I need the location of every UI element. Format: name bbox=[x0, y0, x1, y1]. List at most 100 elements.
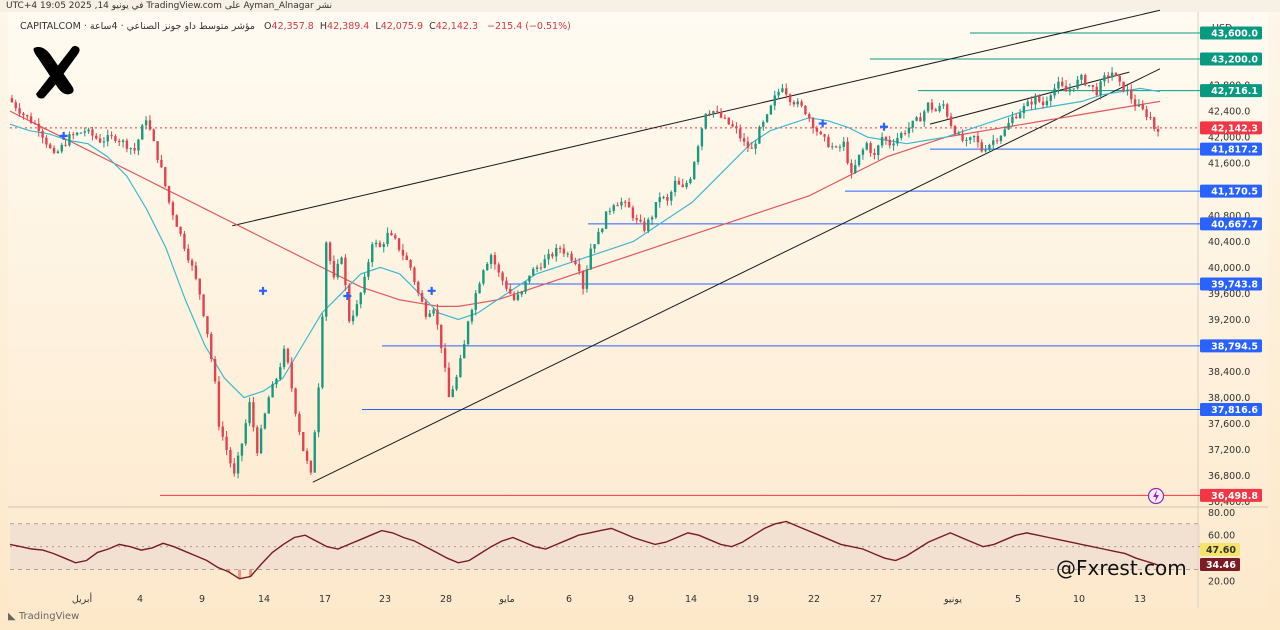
candle[interactable] bbox=[543, 259, 546, 268]
candle[interactable] bbox=[888, 139, 891, 146]
candle[interactable] bbox=[466, 321, 470, 345]
candle[interactable] bbox=[45, 137, 48, 145]
candle[interactable] bbox=[64, 144, 67, 146]
candle[interactable] bbox=[819, 131, 822, 135]
candle[interactable] bbox=[597, 231, 600, 245]
candle[interactable] bbox=[1149, 117, 1152, 119]
candle[interactable] bbox=[1026, 101, 1029, 107]
candle[interactable] bbox=[248, 402, 251, 424]
candle[interactable] bbox=[137, 139, 140, 151]
candle[interactable] bbox=[708, 113, 711, 115]
candle[interactable] bbox=[451, 389, 454, 398]
candle[interactable] bbox=[639, 219, 642, 222]
candle[interactable] bbox=[781, 88, 784, 92]
candle[interactable] bbox=[589, 248, 592, 270]
candle[interactable] bbox=[252, 402, 255, 428]
candle[interactable] bbox=[535, 267, 539, 269]
candle[interactable] bbox=[911, 120, 914, 128]
candle[interactable] bbox=[160, 159, 163, 168]
candle[interactable] bbox=[187, 248, 190, 261]
candle[interactable] bbox=[831, 146, 834, 148]
candle[interactable] bbox=[792, 102, 796, 105]
candle[interactable] bbox=[175, 215, 178, 227]
candle[interactable] bbox=[654, 202, 658, 218]
candle[interactable] bbox=[125, 140, 129, 149]
candle[interactable] bbox=[719, 111, 723, 118]
candle[interactable] bbox=[681, 184, 684, 188]
candle[interactable] bbox=[1103, 75, 1106, 82]
candle[interactable] bbox=[850, 163, 853, 173]
candle[interactable] bbox=[213, 358, 217, 382]
candle[interactable] bbox=[539, 267, 543, 269]
candle[interactable] bbox=[56, 151, 60, 153]
candle[interactable] bbox=[455, 377, 458, 390]
candle[interactable] bbox=[892, 143, 895, 146]
candle[interactable] bbox=[443, 348, 447, 368]
candle[interactable] bbox=[903, 132, 907, 134]
candle[interactable] bbox=[144, 120, 148, 126]
candle[interactable] bbox=[413, 267, 416, 282]
candle[interactable] bbox=[1087, 85, 1091, 87]
candle[interactable] bbox=[164, 167, 167, 187]
candle[interactable] bbox=[604, 211, 608, 229]
candle[interactable] bbox=[240, 443, 244, 456]
candle[interactable] bbox=[739, 128, 742, 139]
candle[interactable] bbox=[179, 226, 182, 234]
candle[interactable] bbox=[294, 388, 297, 414]
candle[interactable] bbox=[41, 130, 44, 138]
candle[interactable] bbox=[857, 154, 861, 166]
candle[interactable] bbox=[328, 242, 332, 261]
candle[interactable] bbox=[624, 201, 627, 203]
candle[interactable] bbox=[60, 144, 63, 152]
candle[interactable] bbox=[275, 378, 278, 385]
candle[interactable] bbox=[409, 259, 412, 268]
candle[interactable] bbox=[221, 426, 224, 437]
candle[interactable] bbox=[348, 285, 351, 322]
candle[interactable] bbox=[486, 263, 489, 271]
candle[interactable] bbox=[823, 134, 826, 137]
candle[interactable] bbox=[87, 129, 90, 132]
candle[interactable] bbox=[355, 304, 359, 316]
candle[interactable] bbox=[907, 127, 911, 134]
candle[interactable] bbox=[501, 272, 504, 281]
candle[interactable] bbox=[926, 102, 930, 112]
candle[interactable] bbox=[877, 145, 880, 156]
candle[interactable] bbox=[1034, 95, 1037, 105]
candle[interactable] bbox=[827, 136, 830, 148]
candle[interactable] bbox=[716, 111, 719, 113]
candle[interactable] bbox=[129, 148, 132, 150]
candle[interactable] bbox=[49, 144, 52, 149]
candle[interactable] bbox=[650, 217, 654, 220]
candle[interactable] bbox=[627, 202, 631, 208]
candle[interactable] bbox=[497, 264, 500, 273]
candle[interactable] bbox=[167, 186, 171, 203]
candle[interactable] bbox=[1068, 88, 1072, 92]
candle[interactable] bbox=[489, 255, 493, 264]
candle[interactable] bbox=[693, 161, 696, 179]
candle[interactable] bbox=[386, 232, 389, 245]
candle[interactable] bbox=[509, 288, 512, 294]
candle[interactable] bbox=[505, 280, 508, 289]
candle[interactable] bbox=[1030, 101, 1033, 105]
candle[interactable] bbox=[938, 105, 941, 112]
candle[interactable] bbox=[1099, 81, 1102, 96]
candle[interactable] bbox=[194, 265, 198, 279]
candle[interactable] bbox=[37, 123, 40, 131]
candle[interactable] bbox=[785, 88, 788, 95]
candle[interactable] bbox=[1091, 85, 1095, 87]
candle[interactable] bbox=[405, 255, 408, 260]
lightning-icon[interactable] bbox=[1146, 487, 1166, 505]
tradingview-logo[interactable]: ◣ TradingView bbox=[8, 611, 79, 622]
candle[interactable] bbox=[631, 207, 635, 219]
candle[interactable] bbox=[532, 268, 535, 276]
candle[interactable] bbox=[95, 135, 98, 139]
candle[interactable] bbox=[953, 126, 957, 135]
candle[interactable] bbox=[934, 109, 937, 112]
candle[interactable] bbox=[156, 141, 159, 160]
candle[interactable] bbox=[562, 248, 566, 254]
candle[interactable] bbox=[585, 269, 589, 289]
candle[interactable] bbox=[612, 205, 615, 211]
candle[interactable] bbox=[1018, 113, 1022, 119]
candle[interactable] bbox=[520, 291, 523, 295]
candle[interactable] bbox=[394, 235, 397, 239]
